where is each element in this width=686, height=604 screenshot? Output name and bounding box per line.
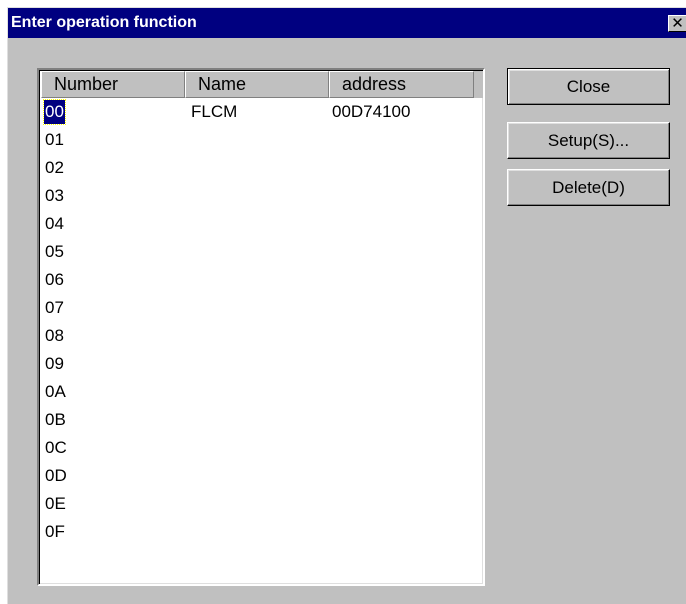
row-number: 0F <box>45 522 65 541</box>
dialog-title: Enter operation function <box>11 14 197 31</box>
row-address: 00D74100 <box>332 102 411 121</box>
list-item[interactable]: 00 FLCM 00D74100 <box>41 99 483 128</box>
list-item[interactable]: 0B <box>41 408 483 436</box>
row-name: FLCM <box>191 102 238 121</box>
row-number: 0C <box>45 438 67 457</box>
row-number: 01 <box>45 130 64 149</box>
row-number: 0B <box>45 410 66 429</box>
list-item[interactable]: 01 <box>41 128 483 156</box>
column-header-name[interactable]: Name <box>185 71 329 98</box>
list-item[interactable]: 05 <box>41 240 483 268</box>
list-item[interactable]: 0A <box>41 380 483 408</box>
close-button[interactable]: Close <box>507 68 670 105</box>
enter-operation-function-dialog: Enter operation function ✕ Number Name a… <box>7 7 686 604</box>
row-number: 00 <box>43 99 66 125</box>
list-item[interactable]: 07 <box>41 296 483 324</box>
row-number: 0D <box>45 466 67 485</box>
list-item[interactable]: 0C <box>41 436 483 464</box>
row-number: 08 <box>45 326 64 345</box>
row-number: 07 <box>45 298 64 317</box>
list-item[interactable]: 0F <box>41 520 483 548</box>
row-number: 03 <box>45 186 64 205</box>
list-item[interactable]: 08 <box>41 324 483 352</box>
delete-button[interactable]: Delete(D) <box>507 169 670 206</box>
column-header-number[interactable]: Number <box>41 71 185 98</box>
column-header-address[interactable]: address <box>329 71 474 98</box>
list-item[interactable]: 02 <box>41 156 483 184</box>
close-icon[interactable]: ✕ <box>668 15 686 32</box>
row-number: 06 <box>45 270 64 289</box>
list-item[interactable]: 06 <box>41 268 483 296</box>
row-number: 04 <box>45 214 64 233</box>
title-bar[interactable]: Enter operation function ✕ <box>8 8 686 38</box>
list-item[interactable]: 04 <box>41 212 483 240</box>
row-number: 09 <box>45 354 64 373</box>
operation-function-list[interactable]: Number Name address 00 FLCM 00D74100 01 02 03… <box>37 68 485 586</box>
row-number: 0E <box>45 494 66 513</box>
row-number: 0A <box>45 382 66 401</box>
row-number: 02 <box>45 158 64 177</box>
setup-button[interactable]: Setup(S)... <box>507 122 670 159</box>
list-item[interactable]: 09 <box>41 352 483 380</box>
list-header: Number Name address <box>41 71 483 98</box>
list-item[interactable]: 0D <box>41 464 483 492</box>
list-item[interactable]: 03 <box>41 184 483 212</box>
row-number: 05 <box>45 242 64 261</box>
list-item[interactable]: 0E <box>41 492 483 520</box>
